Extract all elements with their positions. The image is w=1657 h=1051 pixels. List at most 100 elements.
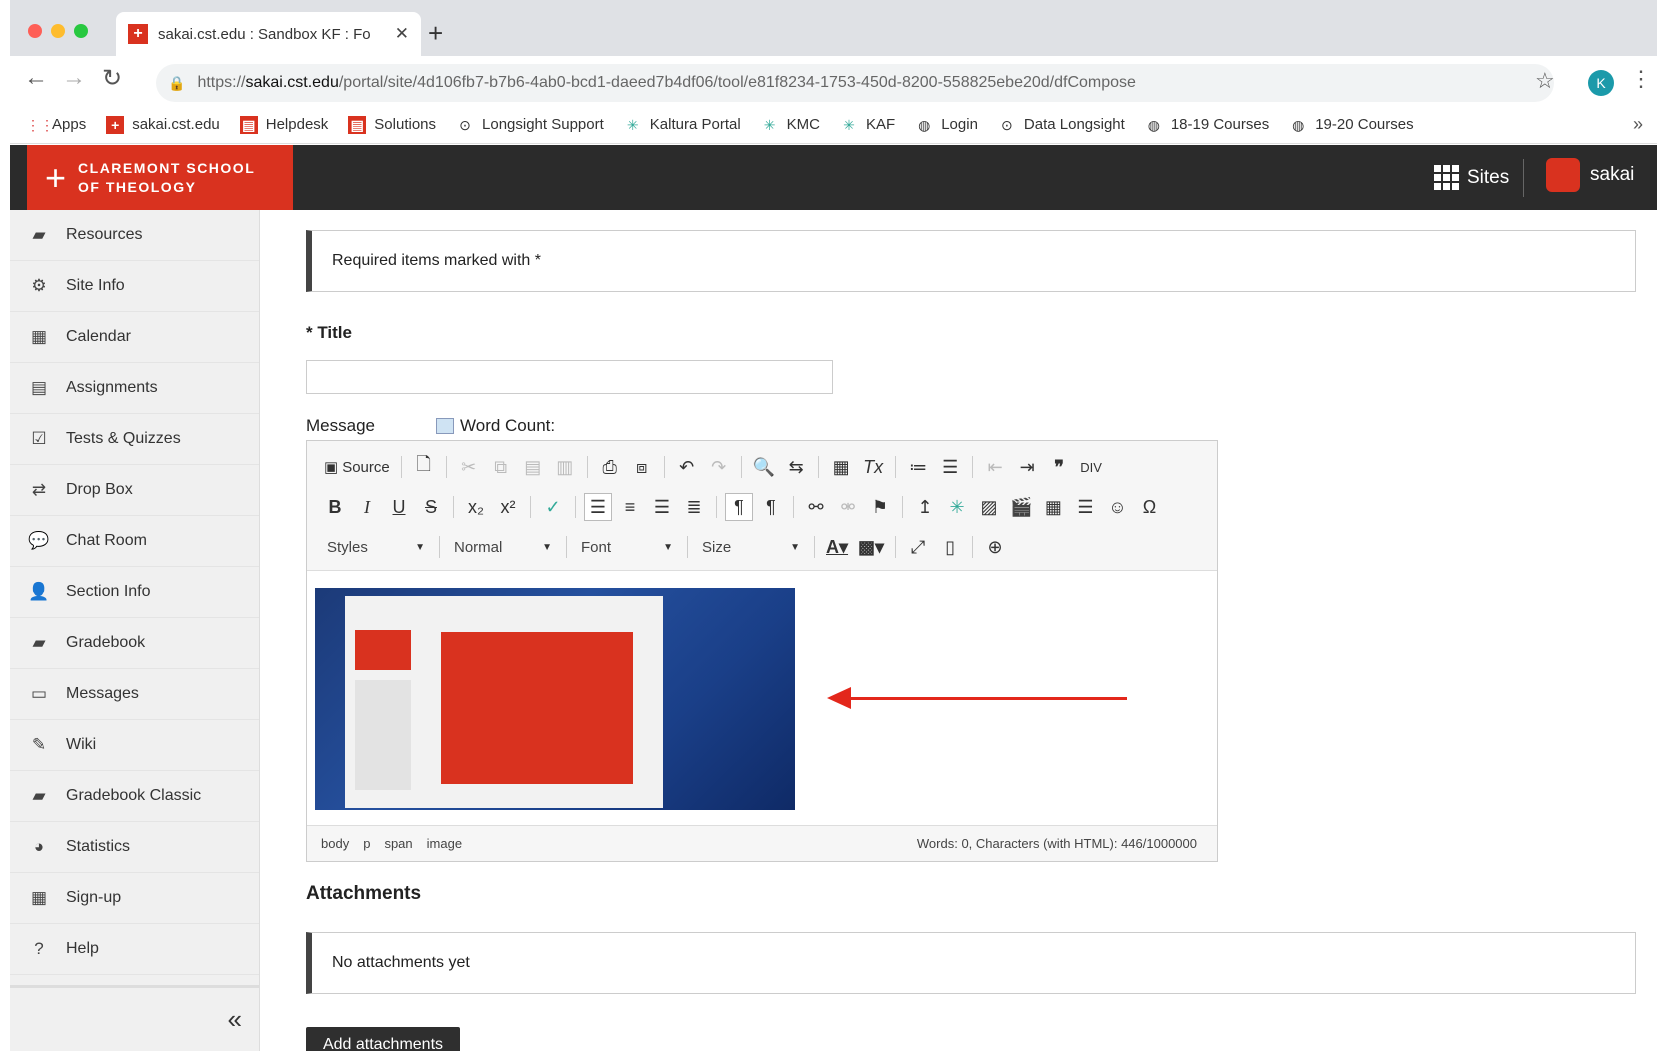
bookmark-helpdesk[interactable]: ▤ Helpdesk [239, 115, 328, 134]
remove-format-icon[interactable]: Tx [859, 453, 887, 481]
horizontal-rule-icon[interactable]: ☰ [1071, 493, 1099, 521]
sites-button[interactable]: Sites [1434, 165, 1509, 190]
bookmark-kmc[interactable]: ✳ KMC [761, 116, 820, 134]
reload-icon[interactable]: ↻ [102, 64, 122, 93]
new-page-icon[interactable]: 🗋 [410, 453, 438, 481]
bold-icon[interactable]: B [321, 493, 349, 521]
bookmark-data-longsight[interactable]: ⊙ Data Longsight [998, 116, 1125, 134]
bookmark-sakai[interactable]: + sakai.cst.edu [106, 115, 220, 134]
outdent-icon[interactable]: ⇤ [981, 453, 1009, 481]
maximize-icon[interactable]: ⤢ [904, 533, 932, 561]
text-color-icon[interactable]: A▾ [823, 533, 851, 561]
path-span[interactable]: span [384, 836, 412, 851]
sidebar-item-section-info[interactable]: 👤 Section Info [10, 567, 259, 618]
align-left-icon[interactable]: ☰ [584, 493, 612, 521]
format-dropdown[interactable]: Normal ▼ [448, 534, 558, 560]
sidebar-item-tests-quizzes[interactable]: ☑ Tests & Quizzes [10, 414, 259, 465]
path-p[interactable]: p [363, 836, 370, 851]
background-color-icon[interactable]: ▩▾ [855, 533, 887, 561]
path-body[interactable]: body [321, 836, 349, 851]
unlink-icon[interactable]: ⚮ [834, 493, 862, 521]
image-icon[interactable]: ▨ [975, 493, 1003, 521]
print-icon[interactable]: ⎙ [596, 453, 624, 481]
close-window-button[interactable] [28, 24, 42, 38]
movie-icon[interactable]: 🎬 [1007, 493, 1035, 521]
bookmark-19-20-courses[interactable]: ◍ 19-20 Courses [1289, 116, 1414, 134]
replace-icon[interactable]: ⇆ [782, 453, 810, 481]
numbered-list-icon[interactable]: ≔ [904, 453, 932, 481]
bookmark-kaltura-portal[interactable]: ✳ Kaltura Portal [624, 116, 741, 134]
path-image[interactable]: image [427, 836, 462, 851]
cut-icon[interactable]: ✂ [455, 453, 483, 481]
sidebar-item-calendar[interactable]: ▦ Calendar [10, 312, 259, 363]
sidebar-item-wiki[interactable]: ✎ Wiki [10, 720, 259, 771]
subscript-icon[interactable]: x₂ [462, 493, 490, 521]
text-direction-ltr-icon[interactable]: ¶ [725, 493, 753, 521]
browser-tab[interactable]: + sakai.cst.edu : Sandbox KF : Fo ✕ [116, 12, 421, 56]
sidebar-item-site-info[interactable]: ⚙ Site Info [10, 261, 259, 312]
address-bar[interactable]: 🔒 https://sakai.cst.edu/portal/site/4d10… [156, 64, 1554, 102]
new-tab-icon[interactable]: + [428, 18, 443, 49]
editor-content[interactable] [307, 571, 1217, 825]
sidebar-item-assignments[interactable]: ▤ Assignments [10, 363, 259, 414]
user-menu[interactable]: sakai [1546, 158, 1634, 192]
sidebar-item-sign-up[interactable]: ▦ Sign-up [10, 873, 259, 924]
sidebar-item-statistics[interactable]: ◕ Statistics [10, 822, 259, 873]
bookmark-longsight-support[interactable]: ⊙ Longsight Support [456, 116, 604, 134]
copy-icon[interactable]: ⧉ [487, 453, 515, 481]
bookmarks-overflow-icon[interactable]: » [1633, 114, 1643, 135]
bookmark-apps[interactable]: ⋮⋮ Apps [26, 116, 86, 134]
kaltura-media-icon[interactable]: ✳ [943, 493, 971, 521]
select-all-icon[interactable]: ▦ [827, 453, 855, 481]
preview-icon[interactable]: ⧈ [628, 453, 656, 481]
font-dropdown[interactable]: Font ▼ [575, 534, 679, 560]
title-input[interactable] [306, 360, 833, 394]
sidebar-item-chat-room[interactable]: 💬 Chat Room [10, 516, 259, 567]
undo-icon[interactable]: ↶ [673, 453, 701, 481]
underline-icon[interactable]: U [385, 493, 413, 521]
sidebar-item-gradebook-classic[interactable]: ▰ Gradebook Classic [10, 771, 259, 822]
superscript-icon[interactable]: x² [494, 493, 522, 521]
sidebar-item-messages[interactable]: ▭ Messages [10, 669, 259, 720]
link-icon[interactable]: ⚯ [802, 493, 830, 521]
close-tab-icon[interactable]: ✕ [395, 24, 409, 44]
back-icon[interactable]: ← [24, 64, 48, 92]
collapse-sidebar-icon[interactable]: « [228, 1004, 242, 1035]
blockquote-icon[interactable]: ❞ [1045, 453, 1073, 481]
spellcheck-icon[interactable]: ✓ [539, 493, 567, 521]
profile-avatar[interactable]: K [1588, 70, 1614, 96]
minimize-window-button[interactable] [51, 24, 65, 38]
size-dropdown[interactable]: Size ▼ [696, 534, 806, 560]
strikethrough-icon[interactable]: S [417, 493, 445, 521]
sidebar-item-gradebook[interactable]: ▰ Gradebook [10, 618, 259, 669]
align-right-icon[interactable]: ☰ [648, 493, 676, 521]
insert-file-icon[interactable]: ↥ [911, 493, 939, 521]
browser-menu-icon[interactable]: ⋮ [1630, 66, 1652, 92]
bookmark-login[interactable]: ◍ Login [915, 116, 978, 134]
styles-dropdown[interactable]: Styles ▼ [321, 534, 431, 560]
align-center-icon[interactable]: ≡ [616, 493, 644, 521]
anchor-flag-icon[interactable]: ⚑ [866, 493, 894, 521]
sidebar-item-resources[interactable]: ▰ Resources [10, 210, 259, 261]
add-attachments-button[interactable]: Add attachments [306, 1027, 460, 1051]
text-direction-rtl-icon[interactable]: ¶ [757, 493, 785, 521]
paste-icon[interactable]: ▤ [519, 453, 547, 481]
accessibility-icon[interactable]: ⊕ [981, 533, 1009, 561]
bookmark-star-icon[interactable]: ☆ [1535, 68, 1555, 94]
cst-logo[interactable]: + CLAREMONT SCHOOL OF THEOLOGY [27, 145, 293, 210]
div-container-icon[interactable]: DIV [1077, 453, 1105, 481]
table-icon[interactable]: ▦ [1039, 493, 1067, 521]
find-icon[interactable]: 🔍 [750, 453, 778, 481]
special-character-icon[interactable]: Ω [1135, 493, 1163, 521]
redo-icon[interactable]: ↷ [705, 453, 733, 481]
word-count[interactable]: Word Count: [436, 416, 555, 436]
show-blocks-icon[interactable]: ▯ [936, 533, 964, 561]
bookmark-18-19-courses[interactable]: ◍ 18-19 Courses [1145, 116, 1270, 134]
sidebar-item-drop-box[interactable]: ⇄ Drop Box [10, 465, 259, 516]
smiley-icon[interactable]: ☺ [1103, 493, 1131, 521]
indent-icon[interactable]: ⇥ [1013, 453, 1041, 481]
italic-icon[interactable]: I [353, 493, 381, 521]
bookmark-kaf[interactable]: ✳ KAF [840, 116, 895, 134]
bulleted-list-icon[interactable]: ☰ [936, 453, 964, 481]
sidebar-item-help[interactable]: ? Help [10, 924, 259, 975]
